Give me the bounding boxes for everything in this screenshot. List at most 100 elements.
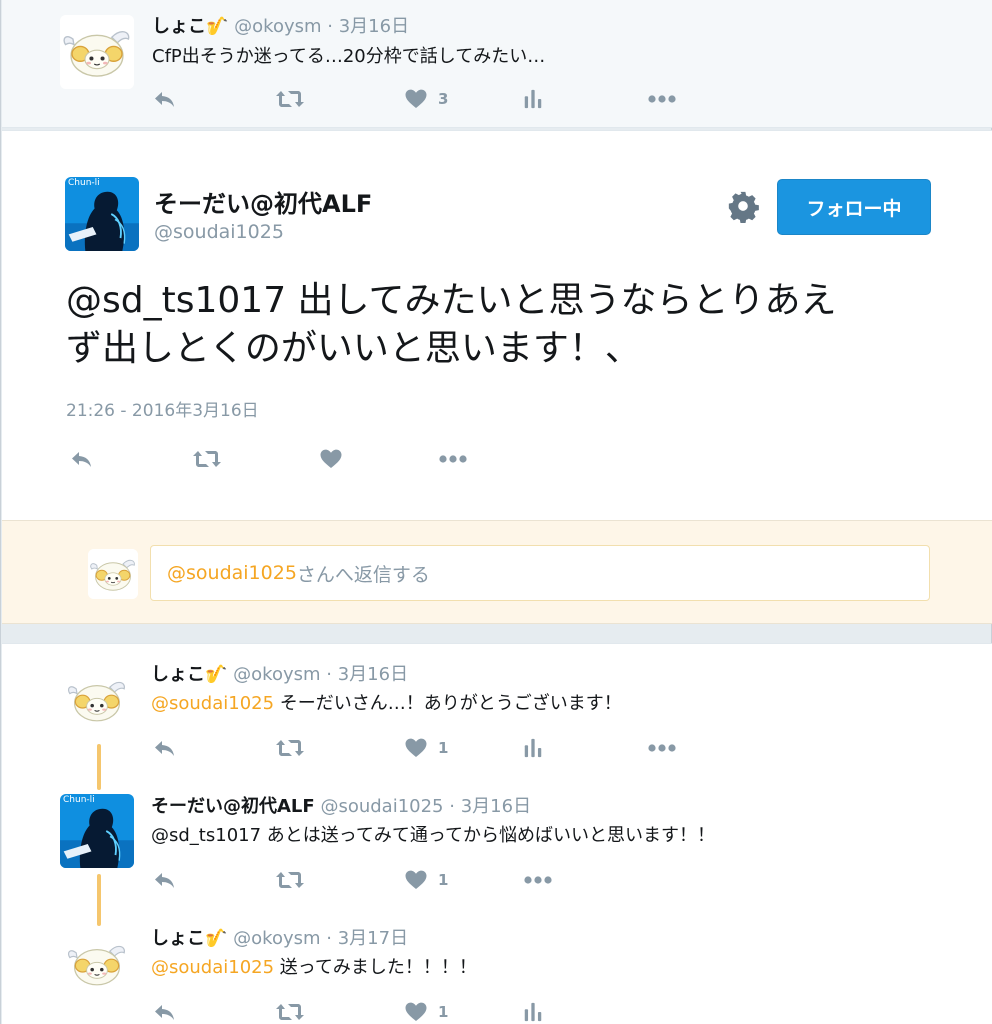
chun-li-avatar-icon <box>65 177 139 251</box>
reply-button[interactable] <box>68 447 96 471</box>
retweet-button[interactable] <box>190 447 224 471</box>
user-name[interactable]: しょこ <box>152 16 206 37</box>
like-button[interactable]: 1 <box>404 1000 448 1024</box>
user-handle[interactable]: @okoysm <box>233 664 320 685</box>
mention-link[interactable]: @soudai1025 <box>151 957 274 978</box>
reply-icon <box>152 87 178 111</box>
like-button[interactable]: 3 <box>404 87 448 111</box>
following-button[interactable]: フォロー中 <box>777 179 931 235</box>
user-handle[interactable]: @soudai1025 <box>320 796 443 817</box>
tweet-text-line-2: ず出しとくのがいいと思います！、 <box>66 328 641 369</box>
like-button[interactable]: 1 <box>404 868 448 892</box>
reply-button[interactable] <box>152 868 178 892</box>
heart-icon <box>404 736 428 760</box>
tweet-text: @sd_ts1017 あとは送ってみて通ってから悩めばいいと思います！！ <box>151 825 715 846</box>
more-dots-icon <box>522 875 554 885</box>
tweet-actions: 3 <box>152 87 692 111</box>
more-button[interactable] <box>437 454 469 464</box>
tweet-header: しょこ🎷 @okoysm · 3月16日 <box>151 664 409 685</box>
replies-thread: しょこ🎷 @okoysm · 3月16日 @soudai1025 そーだいさん…… <box>2 643 992 1024</box>
stats-icon <box>522 1000 544 1024</box>
like-count: 1 <box>438 871 449 889</box>
mention-link[interactable]: @soudai1025 <box>151 693 274 714</box>
more-button[interactable] <box>646 94 678 104</box>
user-name[interactable]: しょこ <box>151 664 205 685</box>
retweet-button[interactable] <box>274 868 306 892</box>
more-dots-icon <box>646 94 678 104</box>
reply-button[interactable] <box>152 1000 178 1024</box>
tweet-actions <box>68 447 488 471</box>
like-button[interactable] <box>318 447 344 471</box>
avatar[interactable] <box>60 15 134 89</box>
my-avatar <box>88 549 138 599</box>
user-handle[interactable]: @okoysm <box>234 16 321 37</box>
tweet-text: @soudai1025 そーだいさん…！ありがとうございます！ <box>151 693 622 714</box>
reply-icon <box>152 868 178 892</box>
user-name[interactable]: しょこ <box>151 928 205 949</box>
thread-connector <box>97 744 101 790</box>
user-name[interactable]: そーだい@初代ALF <box>154 184 372 219</box>
analytics-button[interactable] <box>522 736 544 760</box>
reply-composer: @soudai1025 さんへ返信する <box>2 520 992 624</box>
like-count: 1 <box>438 739 449 757</box>
retweet-button[interactable] <box>274 736 306 760</box>
saxophone-emoji: 🎷 <box>205 664 228 685</box>
analytics-button[interactable] <box>522 87 544 111</box>
sheep-avatar-icon <box>60 668 134 732</box>
tweet-actions: 1 <box>152 1000 692 1024</box>
reply-button[interactable] <box>152 87 178 111</box>
retweet-button[interactable] <box>274 1000 306 1024</box>
tweet-text: @soudai1025 送ってみました！！！！ <box>151 957 477 978</box>
retweet-button[interactable] <box>274 87 306 111</box>
like-count: 1 <box>438 1003 449 1021</box>
saxophone-emoji: 🎷 <box>206 16 229 37</box>
tweet-actions: 1 <box>152 736 692 760</box>
previous-tweet[interactable]: しょこ🎷 @okoysm · 3月16日 CfP出そうか迷ってる…20分枠で話し… <box>2 0 992 128</box>
tweet-timestamp[interactable]: 21:26 - 2016年3月16日 <box>66 396 259 421</box>
like-count: 3 <box>438 90 449 108</box>
retweet-icon <box>274 736 306 760</box>
avatar-label: Chun-li <box>63 795 95 805</box>
main-tweet: Chun-li そーだい@初代ALF @soudai1025 フォロー中 @sd… <box>2 130 992 520</box>
user-handle[interactable]: @okoysm <box>233 928 320 949</box>
reply-button[interactable] <box>152 736 178 760</box>
avatar[interactable] <box>60 668 134 732</box>
avatar[interactable] <box>60 932 134 996</box>
tweet-date[interactable]: 3月16日 <box>339 16 409 37</box>
more-button[interactable] <box>522 875 554 885</box>
sheep-avatar-icon <box>60 15 134 89</box>
stats-icon <box>522 736 544 760</box>
reply-icon <box>152 1000 178 1024</box>
retweet-icon <box>274 868 306 892</box>
heart-icon <box>404 1000 428 1024</box>
reply-input[interactable]: @soudai1025 さんへ返信する <box>150 545 930 601</box>
heart-icon <box>404 868 428 892</box>
user-handle[interactable]: @soudai1025 <box>154 221 284 243</box>
thread-connector <box>97 874 101 926</box>
sheep-avatar-icon <box>88 549 138 599</box>
like-button[interactable]: 1 <box>404 736 448 760</box>
retweet-icon <box>190 447 224 471</box>
more-button[interactable] <box>646 743 678 753</box>
retweet-icon <box>274 87 306 111</box>
avatar-label: Chun-li <box>68 178 100 188</box>
reply-icon <box>68 447 96 471</box>
avatar[interactable]: Chun-li <box>65 177 139 251</box>
reply-mention: @soudai1025 <box>167 562 297 584</box>
analytics-button[interactable] <box>522 1000 544 1024</box>
tweet-header: そーだい@初代ALF @soudai1025 · 3月16日 <box>151 796 532 817</box>
tweet-text: @sd_ts1017 出してみたいと思うならとりあえ ず出しとくのがいいと思いま… <box>66 277 936 373</box>
more-dots-icon <box>437 454 469 464</box>
more-dots-icon <box>646 743 678 753</box>
tweet-date[interactable]: 3月17日 <box>338 928 408 949</box>
stats-icon <box>522 87 544 111</box>
gear-icon[interactable] <box>726 189 760 223</box>
tweet-date[interactable]: 3月16日 <box>338 664 408 685</box>
tweet-date[interactable]: 3月16日 <box>461 796 531 817</box>
tweet-page: しょこ🎷 @okoysm · 3月16日 CfP出そうか迷ってる…20分枠で話し… <box>0 0 992 1024</box>
tweet-text-line-1: @sd_ts1017 出してみたいと思うならとりあえ <box>66 280 837 321</box>
avatar[interactable]: Chun-li <box>60 794 134 868</box>
user-name[interactable]: そーだい@初代ALF <box>151 796 315 817</box>
tweet-header: しょこ🎷 @okoysm · 3月17日 <box>151 928 409 949</box>
tweet-text: CfP出そうか迷ってる…20分枠で話してみたい… <box>152 46 546 67</box>
